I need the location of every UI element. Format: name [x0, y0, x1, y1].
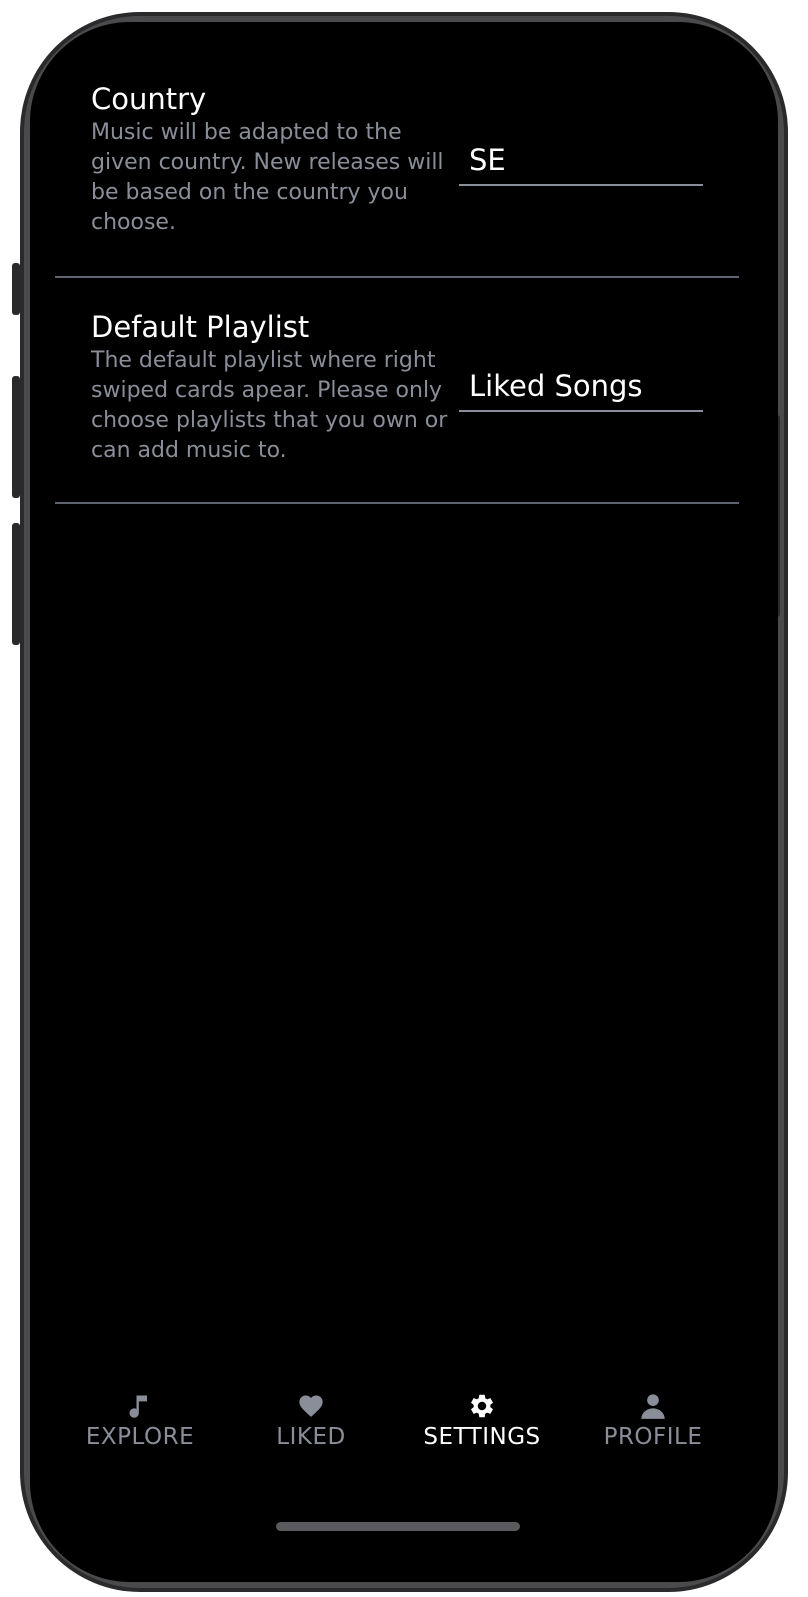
- country-title: Country: [91, 82, 207, 116]
- heart-icon: [299, 1395, 323, 1417]
- country-input[interactable]: SE: [459, 138, 703, 186]
- country-setting: Country Music will be adapted to the giv…: [55, 22, 739, 278]
- app-screen: Country Music will be adapted to the giv…: [30, 22, 778, 1582]
- tab-settings[interactable]: SETTINGS: [397, 1392, 567, 1450]
- person-icon: [641, 1394, 665, 1419]
- gear-icon: [471, 1394, 493, 1418]
- default-playlist-title: Default Playlist: [91, 310, 310, 344]
- default-playlist-description: The default playlist where right swiped …: [91, 348, 448, 463]
- music-note-icon: [129, 1395, 147, 1418]
- home-indicator[interactable]: [276, 1522, 520, 1531]
- tab-liked-label: LIKED: [276, 1424, 346, 1450]
- tab-settings-label: SETTINGS: [423, 1424, 541, 1450]
- default-playlist-setting: Default Playlist The default playlist wh…: [55, 276, 739, 504]
- tab-profile[interactable]: PROFILE: [568, 1392, 738, 1450]
- tab-liked[interactable]: LIKED: [226, 1392, 396, 1450]
- tab-profile-label: PROFILE: [603, 1424, 703, 1450]
- tab-bar: EXPLORE LIKED SETTINGS PROFILE: [30, 1392, 778, 1472]
- country-description: Music will be adapted to the given count…: [91, 120, 444, 235]
- tab-explore-label: EXPLORE: [85, 1424, 195, 1450]
- volume-down-button: [12, 523, 20, 645]
- action-button: [12, 263, 20, 315]
- volume-up-button: [12, 376, 20, 498]
- default-playlist-input[interactable]: Liked Songs: [459, 364, 703, 412]
- tab-explore[interactable]: EXPLORE: [55, 1392, 225, 1450]
